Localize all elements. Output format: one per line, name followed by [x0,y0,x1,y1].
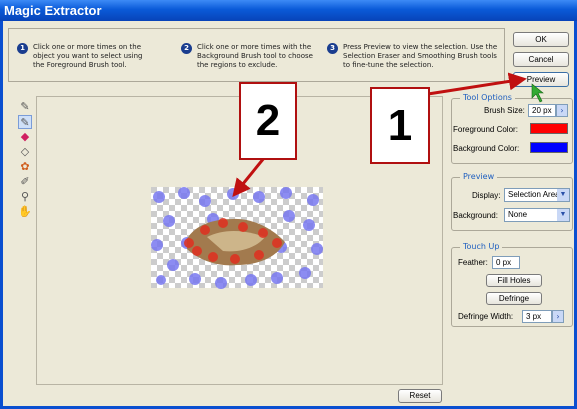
touch-up-legend: Touch Up [460,242,503,251]
touch-up-group: Touch Up Feather: 0 px Fill Holes Defrin… [451,242,573,327]
instructions-panel: 1 Click one or more times on the object … [8,28,505,82]
brush-size-label: Brush Size: [484,106,525,115]
foreground-color-label: Foreground Color: [453,125,518,134]
smoothing-brush-icon[interactable]: ✐ [18,175,32,189]
tool-palette: ✎ ✎ ◆ ◇ ✿ ✐ ⚲ ✋ [18,100,34,220]
tool-options-legend: Tool Options [460,93,515,102]
chevron-down-icon: ▼ [557,189,569,201]
add-to-selection-icon[interactable]: ✿ [18,160,32,174]
cancel-button[interactable]: Cancel [513,52,569,67]
callout-2: 2 [239,82,297,160]
window-title: Magic Extractor [0,0,577,21]
background-color-swatch[interactable] [530,142,568,153]
defringe-width-label: Defringe Width: [458,312,514,321]
step-text: Press Preview to view the selection. Use… [343,43,498,69]
background-brush-icon[interactable]: ✎ [18,115,32,129]
selection-eraser-icon[interactable]: ◆ [18,130,32,144]
display-label: Display: [472,191,501,200]
preview-background-label: Background: [453,211,498,220]
hand-icon[interactable]: ✋ [18,205,32,219]
defringe-width-arrow-icon[interactable]: › [552,310,564,323]
feather-label: Feather: [458,258,488,267]
fill-holes-button[interactable]: Fill Holes [486,274,542,287]
step-number: 3 [327,43,338,54]
callout-1: 1 [370,87,430,164]
reset-button[interactable]: Reset [398,389,442,403]
preview-group: Preview Display: Selection Area ▼ Backgr… [451,172,573,231]
foreground-color-swatch[interactable] [530,123,568,134]
background-value: None [508,210,528,219]
brush-size-field[interactable]: 20 px [528,104,556,117]
step-number: 1 [17,43,28,54]
zoom-icon[interactable]: ⚲ [18,190,32,204]
foreground-brush-icon[interactable]: ✎ [18,100,32,114]
background-color-label: Background Color: [453,144,520,153]
defringe-width-field[interactable]: 3 px [522,310,552,323]
display-select[interactable]: Selection Area ▼ [504,188,570,202]
chevron-down-icon: ▼ [557,209,569,221]
brush-size-arrow-icon[interactable]: › [556,104,568,117]
ok-button[interactable]: OK [513,32,569,47]
tool-options-group: Tool Options Brush Size: 20 px › Foregro… [451,93,573,164]
preview-button[interactable]: Preview [513,72,569,87]
step-number: 2 [181,43,192,54]
preview-legend: Preview [460,172,498,181]
point-eraser-icon[interactable]: ◇ [18,145,32,159]
defringe-button[interactable]: Defringe [486,292,542,305]
step-text: Click one or more times on the object yo… [33,43,143,69]
display-value: Selection Area [508,190,560,199]
feather-field[interactable]: 0 px [492,256,520,269]
step-text: Click one or more times with the Backgro… [197,43,313,69]
background-select[interactable]: None ▼ [504,208,570,222]
